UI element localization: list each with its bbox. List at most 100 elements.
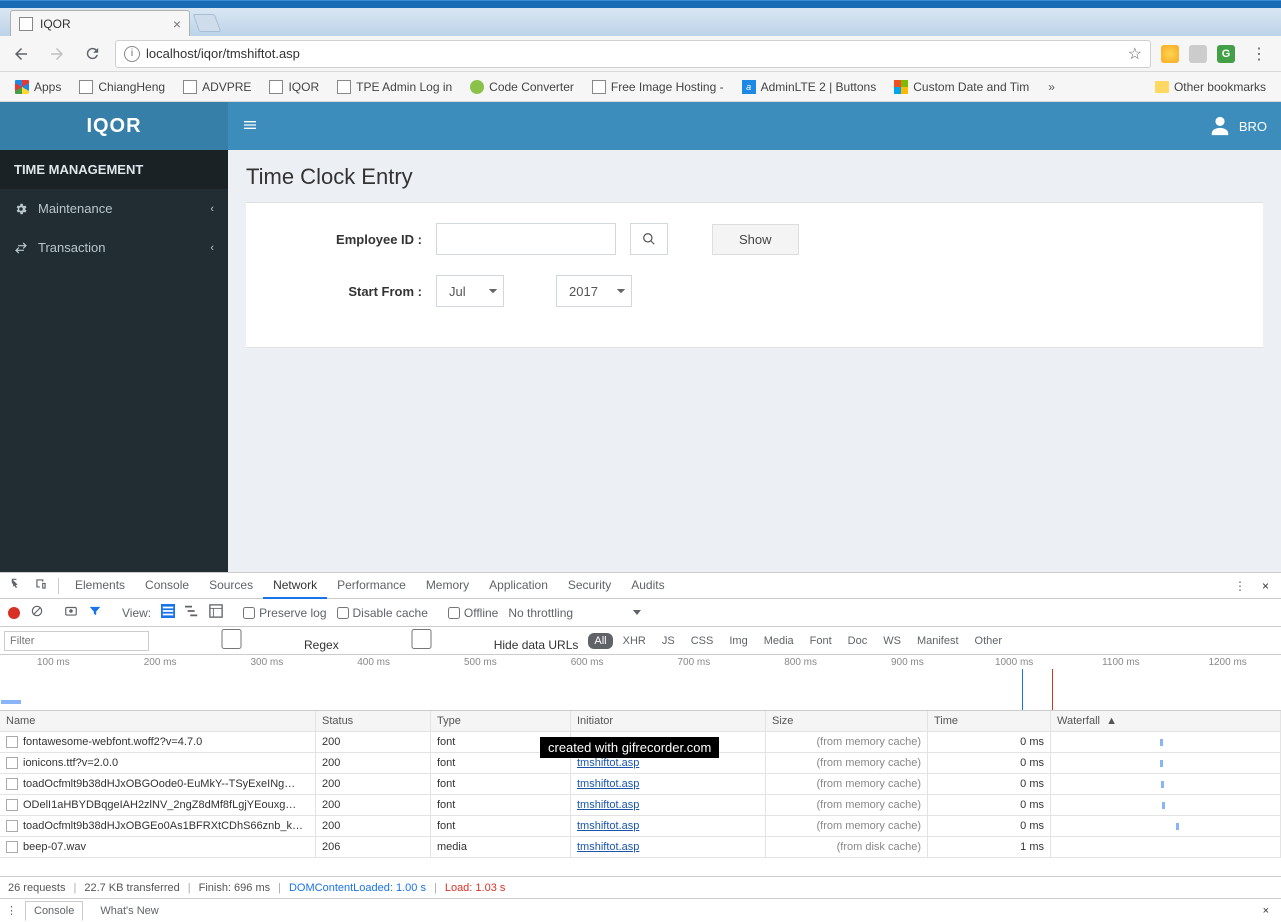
extension-icon-grammarly[interactable]: G bbox=[1217, 45, 1235, 63]
drawer-close-icon[interactable]: × bbox=[1257, 903, 1275, 919]
devtools-tab-network[interactable]: Network bbox=[263, 573, 327, 599]
other-bookmarks[interactable]: Other bookmarks bbox=[1148, 77, 1273, 97]
cell-initiator[interactable]: tmshiftot.asp bbox=[577, 778, 639, 790]
user-menu[interactable]: BRO bbox=[1209, 115, 1267, 137]
filter-chip-font[interactable]: Font bbox=[804, 633, 838, 649]
devtools-tab-audits[interactable]: Audits bbox=[621, 573, 674, 599]
cell-initiator[interactable]: tmshiftot.asp bbox=[577, 799, 639, 811]
col-size[interactable]: Size bbox=[766, 711, 928, 731]
employee-id-input[interactable] bbox=[436, 223, 616, 255]
browser-tab[interactable]: IQOR × bbox=[10, 10, 190, 36]
devtools-tab-memory[interactable]: Memory bbox=[416, 573, 479, 599]
bookmark-item[interactable]: Custom Date and Tim bbox=[887, 77, 1036, 97]
brand-logo[interactable]: IQOR bbox=[0, 102, 228, 150]
bookmark-item[interactable]: TPE Admin Log in bbox=[330, 77, 459, 97]
cell-waterfall bbox=[1051, 732, 1281, 752]
filter-chip-js[interactable]: JS bbox=[656, 633, 681, 649]
file-icon bbox=[6, 841, 18, 853]
filter-chip-img[interactable]: Img bbox=[723, 633, 753, 649]
show-button[interactable]: Show bbox=[712, 224, 799, 255]
table-row[interactable]: beep-07.wav206mediatmshiftot.asp(from di… bbox=[0, 837, 1281, 858]
col-name[interactable]: Name bbox=[0, 711, 316, 731]
bookmark-label: ADVPRE bbox=[202, 80, 251, 94]
filter-chip-xhr[interactable]: XHR bbox=[617, 633, 652, 649]
address-bar[interactable]: i localhost/iqor/tmshiftot.asp ☆ bbox=[115, 40, 1151, 68]
devtools-tab-console[interactable]: Console bbox=[135, 573, 199, 599]
table-row[interactable]: toadOcfmlt9b38dHJxOBGEo0As1BFRXtCDhS66zn… bbox=[0, 816, 1281, 837]
devtools-tab-elements[interactable]: Elements bbox=[65, 573, 135, 599]
bookmarks-overflow-icon[interactable]: » bbox=[1048, 80, 1055, 94]
filter-chip-other[interactable]: Other bbox=[969, 633, 1009, 649]
col-status[interactable]: Status bbox=[316, 711, 431, 731]
extension-icon-1[interactable] bbox=[1161, 45, 1179, 63]
bookmark-item[interactable]: ChiangHeng bbox=[72, 77, 172, 97]
cell-time: 0 ms bbox=[928, 753, 1051, 773]
devtools-tab-security[interactable]: Security bbox=[558, 573, 621, 599]
filter-chip-ws[interactable]: WS bbox=[877, 633, 907, 649]
devtools-tab-application[interactable]: Application bbox=[479, 573, 558, 599]
inspect-icon[interactable] bbox=[6, 573, 28, 598]
col-waterfall[interactable]: Waterfall ▲ bbox=[1051, 711, 1281, 731]
filter-chip-doc[interactable]: Doc bbox=[842, 633, 874, 649]
drawer-tab-console[interactable]: Console bbox=[25, 901, 83, 921]
cell-initiator[interactable]: tmshiftot.asp bbox=[577, 820, 639, 832]
filter-chip-css[interactable]: CSS bbox=[685, 633, 720, 649]
col-initiator[interactable]: Initiator bbox=[571, 711, 766, 731]
cell-initiator[interactable]: tmshiftot.asp bbox=[577, 757, 639, 769]
devtools-menu-icon[interactable]: ⋮ bbox=[1230, 575, 1250, 597]
bookmark-item[interactable]: Apps bbox=[8, 77, 68, 97]
bookmark-label: Custom Date and Tim bbox=[913, 80, 1029, 94]
tab-close-icon[interactable]: × bbox=[173, 16, 181, 32]
status-load: Load: 1.03 s bbox=[445, 882, 506, 894]
filter-toggle-icon[interactable] bbox=[88, 604, 102, 621]
disable-cache-checkbox[interactable]: Disable cache bbox=[337, 606, 428, 620]
back-button[interactable] bbox=[8, 41, 34, 67]
bookmark-item[interactable]: IQOR bbox=[262, 77, 326, 97]
clear-icon[interactable] bbox=[30, 604, 44, 621]
browser-menu-icon[interactable]: ⋮ bbox=[1245, 44, 1273, 64]
throttling-select[interactable]: No throttling bbox=[508, 606, 573, 620]
filter-chip-media[interactable]: Media bbox=[758, 633, 800, 649]
filter-chip-manifest[interactable]: Manifest bbox=[911, 633, 965, 649]
bookmark-item[interactable]: aAdminLTE 2 | Buttons bbox=[735, 77, 884, 97]
menu-toggle-icon[interactable] bbox=[242, 117, 258, 136]
sidebar-item-transaction[interactable]: Transaction ‹ bbox=[0, 228, 228, 267]
reload-button[interactable] bbox=[80, 41, 105, 66]
cell-initiator[interactable]: tmshiftot.asp bbox=[577, 841, 639, 853]
view-list-icon[interactable] bbox=[161, 604, 175, 621]
col-type[interactable]: Type bbox=[431, 711, 571, 731]
forward-button[interactable] bbox=[44, 41, 70, 67]
device-toggle-icon[interactable] bbox=[30, 573, 52, 598]
table-row[interactable]: ODelI1aHBYDBqgeIAH2zlNV_2ngZ8dMf8fLgjYEo… bbox=[0, 795, 1281, 816]
bookmark-item[interactable]: ADVPRE bbox=[176, 77, 258, 97]
month-select[interactable]: JanFebMarAprMayJunJulAugSepOctNovDec bbox=[436, 275, 504, 307]
offline-checkbox[interactable]: Offline bbox=[448, 606, 498, 620]
col-time[interactable]: Time bbox=[928, 711, 1051, 731]
site-info-icon[interactable]: i bbox=[124, 46, 140, 62]
drawer-tab-whatsnew[interactable]: What's New bbox=[91, 901, 167, 921]
drawer-menu-icon[interactable]: ⋮ bbox=[6, 904, 17, 917]
devtools-tab-performance[interactable]: Performance bbox=[327, 573, 416, 599]
extension-icon-2[interactable] bbox=[1189, 45, 1207, 63]
regex-checkbox[interactable]: Regex bbox=[159, 629, 339, 652]
preserve-log-checkbox[interactable]: Preserve log bbox=[243, 606, 326, 620]
view-frames-icon[interactable] bbox=[209, 604, 223, 621]
bookmark-item[interactable]: Free Image Hosting - bbox=[585, 77, 731, 97]
devtools-close-icon[interactable]: × bbox=[1256, 575, 1275, 597]
new-tab-button[interactable] bbox=[193, 14, 222, 32]
hide-data-urls-checkbox[interactable]: Hide data URLs bbox=[349, 629, 579, 652]
record-icon[interactable] bbox=[8, 607, 20, 619]
bookmark-item[interactable]: Code Converter bbox=[463, 77, 581, 97]
devtools-tab-sources[interactable]: Sources bbox=[199, 573, 263, 599]
table-row[interactable]: toadOcfmlt9b38dHJxOBGOode0-EuMkY--TSyExe… bbox=[0, 774, 1281, 795]
lookup-button[interactable] bbox=[630, 223, 668, 255]
view-label: View: bbox=[122, 606, 151, 620]
network-timeline[interactable]: 100 ms200 ms300 ms400 ms500 ms600 ms700 … bbox=[0, 655, 1281, 711]
year-select[interactable]: 2015201620172018 bbox=[556, 275, 632, 307]
filter-chip-all[interactable]: All bbox=[588, 633, 612, 649]
bookmark-star-icon[interactable]: ☆ bbox=[1128, 44, 1142, 64]
filter-input[interactable] bbox=[4, 631, 149, 651]
view-waterfall-icon[interactable] bbox=[185, 604, 199, 621]
sidebar-item-maintenance[interactable]: Maintenance ‹ bbox=[0, 189, 228, 228]
capture-screenshot-icon[interactable] bbox=[64, 604, 78, 621]
